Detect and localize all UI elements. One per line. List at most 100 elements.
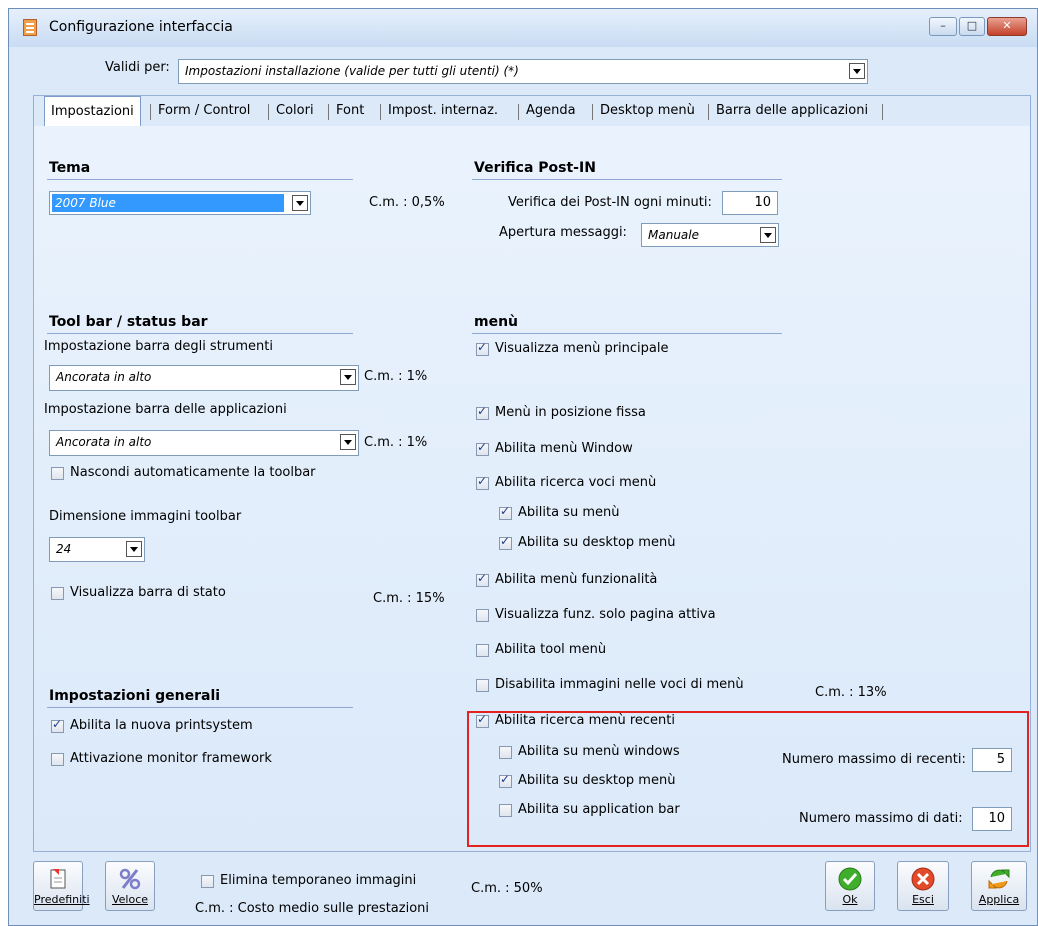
printsystem-label: Abilita la nuova printsystem — [70, 718, 253, 733]
recent-appbar-checkbox[interactable] — [499, 804, 512, 817]
recent-windows-checkbox[interactable] — [499, 746, 512, 759]
config-window: Configurazione interfaccia – □ ✕ Validi … — [8, 8, 1038, 926]
tab-separator — [592, 104, 593, 120]
max-recent-input[interactable]: 5 — [972, 748, 1012, 772]
app-icon — [23, 19, 37, 36]
menu-item-checkbox[interactable] — [476, 474, 489, 490]
menu-cost: C.m. : 13% — [815, 685, 887, 700]
menu-item-checkbox[interactable] — [476, 404, 489, 420]
apply-button[interactable]: Applica — [971, 861, 1027, 911]
chevron-down-icon[interactable] — [340, 434, 356, 450]
defaults-button[interactable]: Predefiniti — [33, 861, 90, 911]
check-icon — [838, 867, 862, 891]
fast-button-label: Veloce — [111, 893, 149, 906]
title-bar: Configurazione interfaccia – □ ✕ — [9, 9, 1037, 47]
max-data-input[interactable]: 10 — [972, 807, 1012, 831]
apply-button-label: Applica — [978, 893, 1020, 906]
postin-open-label: Apertura messaggi: — [499, 225, 627, 240]
tab-colori[interactable]: Colori — [276, 96, 314, 126]
exit-button[interactable]: Esci — [897, 861, 949, 911]
menu-item-label: Menù in posizione fissa — [495, 405, 646, 420]
postin-minutes-input[interactable]: 10 — [722, 191, 778, 215]
fast-button[interactable]: Veloce — [105, 861, 155, 911]
chevron-down-icon[interactable] — [340, 369, 356, 385]
toolbar-tools-cost: C.m. : 1% — [364, 369, 428, 384]
chevron-down-icon[interactable] — [760, 227, 776, 243]
toolbar-size-value: 24 — [56, 542, 72, 556]
postin-section-title: Verifica Post-IN — [474, 160, 596, 176]
menu-item-checkbox[interactable] — [499, 504, 512, 520]
tab-impost-internaz[interactable]: Impost. internaz. — [388, 96, 498, 126]
toolbar-autohide-checkbox[interactable] — [51, 467, 64, 480]
statusbar-label: Visualizza barra di stato — [70, 585, 226, 600]
tab-separator — [328, 104, 329, 120]
printsystem-checkbox[interactable] — [51, 717, 64, 733]
toolbar-tools-select[interactable]: Ancorata in alto — [49, 365, 359, 391]
toolbar-tools-label: Impostazione barra degli strumenti — [44, 339, 273, 354]
close-button[interactable]: ✕ — [987, 17, 1027, 36]
chevron-down-icon[interactable] — [849, 63, 865, 79]
divider — [472, 333, 782, 334]
toolbar-size-label: Dimensione immagini toolbar — [49, 509, 242, 524]
max-recent-label: Numero massimo di recenti: — [782, 752, 966, 767]
valid-for-select[interactable]: Impostazioni installazione (valide per t… — [178, 59, 868, 84]
tab-barra-applicazioni[interactable]: Barra delle applicazioni — [716, 96, 868, 126]
document-icon — [50, 869, 66, 889]
menu-item-checkbox[interactable] — [476, 609, 489, 622]
valid-for-value: Impostazioni installazione (valide per t… — [185, 64, 519, 78]
minimize-button[interactable]: – — [929, 17, 957, 36]
divider — [47, 333, 353, 334]
refresh-icon — [988, 869, 1010, 889]
tab-separator — [380, 104, 381, 120]
recent-desktop-checkbox[interactable] — [499, 772, 512, 788]
menu-item-checkbox[interactable] — [476, 440, 489, 456]
menu-item-label: Visualizza funz. solo pagina attiva — [495, 607, 716, 622]
chevron-down-icon[interactable] — [292, 195, 308, 211]
tab-bar: Impostazioni Form / Control Colori Font … — [33, 95, 1031, 127]
delete-temp-checkbox[interactable] — [201, 875, 214, 888]
menu-item-checkbox[interactable] — [476, 644, 489, 657]
toolbar-apps-label: Impostazione barra delle applicazioni — [44, 402, 287, 417]
menu-item-checkbox[interactable] — [499, 534, 512, 550]
menu-item-checkbox[interactable] — [476, 679, 489, 692]
tab-separator — [708, 104, 709, 120]
chevron-down-icon[interactable] — [126, 541, 142, 557]
tab-separator — [150, 104, 151, 120]
menu-item-checkbox[interactable] — [476, 340, 489, 356]
window-title: Configurazione interfaccia — [49, 19, 233, 35]
recent-enable-label: Abilita ricerca menù recenti — [495, 713, 676, 728]
statusbar-cost: C.m. : 15% — [373, 591, 445, 606]
postin-open-value: Manuale — [648, 228, 699, 242]
menu-item-label: Visualizza menù principale — [495, 341, 669, 356]
divider — [47, 179, 353, 180]
tab-agenda[interactable]: Agenda — [526, 96, 576, 126]
recent-enable-checkbox[interactable] — [476, 712, 489, 728]
recent-windows-label: Abilita su menù windows — [518, 744, 680, 759]
statusbar-checkbox[interactable] — [51, 587, 64, 600]
exit-button-label: Esci — [912, 893, 934, 906]
menu-item-label: Abilita ricerca voci menù — [495, 475, 657, 490]
tab-font[interactable]: Font — [336, 96, 364, 126]
menu-item-checkbox[interactable] — [476, 571, 489, 587]
tab-form-control[interactable]: Form / Control — [158, 96, 250, 126]
postin-open-select[interactable]: Manuale — [641, 223, 779, 247]
tema-select[interactable]: 2007 Blue — [49, 191, 311, 215]
divider — [47, 707, 353, 708]
ok-button-label: Ok — [842, 893, 858, 906]
delete-temp-label: Elimina temporaneo immagini — [220, 873, 417, 888]
menu-item-label: Disabilita immagini nelle voci di menù — [495, 677, 744, 692]
toolbar-tools-value: Ancorata in alto — [56, 370, 152, 384]
ok-button[interactable]: Ok — [825, 861, 875, 911]
tab-impostazioni[interactable]: Impostazioni — [44, 96, 141, 126]
menu-item-label: Abilita su desktop menù — [518, 535, 676, 550]
divider — [472, 179, 782, 180]
monitor-checkbox[interactable] — [51, 753, 64, 766]
toolbar-apps-select[interactable]: Ancorata in alto — [49, 430, 359, 456]
tab-separator — [882, 104, 883, 120]
tab-desktop-menu[interactable]: Desktop menù — [600, 96, 695, 126]
maximize-button[interactable]: □ — [959, 17, 985, 36]
toolbar-apps-value: Ancorata in alto — [56, 435, 152, 449]
tab-separator — [518, 104, 519, 120]
toolbar-size-select[interactable]: 24 — [49, 537, 145, 562]
close-circle-icon — [911, 867, 935, 891]
